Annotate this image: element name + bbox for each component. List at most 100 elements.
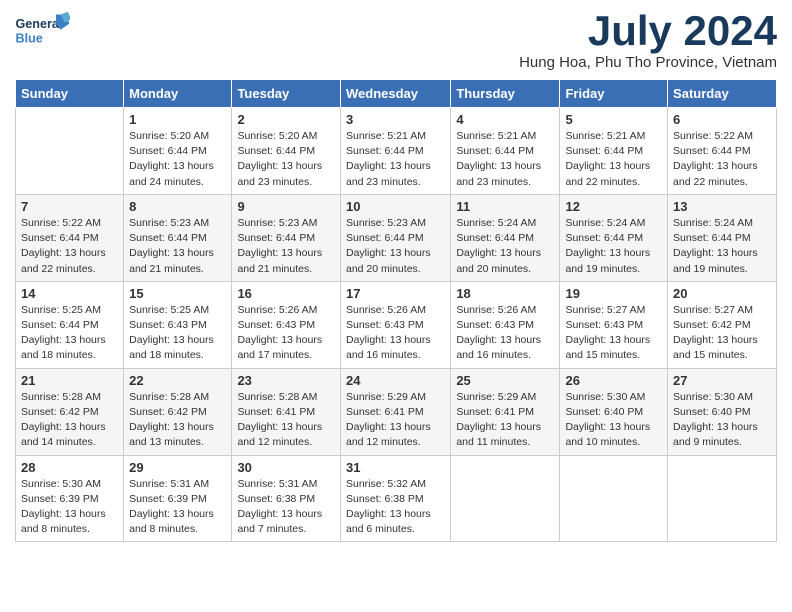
day-info: Sunrise: 5:23 AMSunset: 6:44 PMDaylight:… — [346, 216, 445, 277]
day-number: 22 — [129, 373, 226, 388]
day-info: Sunrise: 5:32 AMSunset: 6:38 PMDaylight:… — [346, 477, 445, 538]
calendar-cell — [668, 455, 777, 542]
day-info: Sunrise: 5:28 AMSunset: 6:42 PMDaylight:… — [21, 390, 118, 451]
calendar-cell: 5 Sunrise: 5:21 AMSunset: 6:44 PMDaylight… — [560, 108, 668, 195]
calendar-cell: 16 Sunrise: 5:26 AMSunset: 6:43 PMDayligh… — [232, 281, 341, 368]
calendar-cell: 29Sunrise: 5:31 AMSunset: 6:39 PMDayligh… — [124, 455, 232, 542]
calendar-cell: 31 Sunrise: 5:32 AMSunset: 6:38 PMDayligh… — [340, 455, 450, 542]
day-info: Sunrise: 5:23 AMSunset: 6:44 PMDaylight:… — [129, 216, 226, 277]
page-header: General Blue July 2024 Hung Hoa, Phu Tho… — [15, 10, 777, 71]
day-info: Sunrise: 5:27 AMSunset: 6:43 PMDaylight:… — [565, 303, 662, 364]
calendar-cell: 28 Sunrise: 5:30 AMSunset: 6:39 PMDayligh… — [16, 455, 124, 542]
day-info: Sunrise: 5:21 AMSunset: 6:44 PMDaylight:… — [346, 129, 445, 190]
day-info: Sunrise: 5:25 AMSunset: 6:43 PMDaylight:… — [129, 303, 226, 364]
calendar-cell: 25Sunrise: 5:29 AMSunset: 6:41 PMDayligh… — [451, 368, 560, 455]
calendar-cell: 21 Sunrise: 5:28 AMSunset: 6:42 PMDayligh… — [16, 368, 124, 455]
day-info: Sunrise: 5:31 AMSunset: 6:39 PMDaylight:… — [129, 477, 226, 538]
column-header-wednesday: Wednesday — [340, 80, 450, 108]
day-info: Sunrise: 5:22 AMSunset: 6:44 PMDaylight:… — [673, 129, 771, 190]
day-number: 24 — [346, 373, 445, 388]
calendar-week-4: 21 Sunrise: 5:28 AMSunset: 6:42 PMDayligh… — [16, 368, 777, 455]
column-header-saturday: Saturday — [668, 80, 777, 108]
day-info: Sunrise: 5:26 AMSunset: 6:43 PMDaylight:… — [456, 303, 554, 364]
day-info: Sunrise: 5:26 AMSunset: 6:43 PMDaylight:… — [237, 303, 335, 364]
calendar-cell: 4 Sunrise: 5:21 AMSunset: 6:44 PMDaylight… — [451, 108, 560, 195]
column-header-sunday: Sunday — [16, 80, 124, 108]
day-number: 3 — [346, 112, 445, 127]
day-info: Sunrise: 5:30 AMSunset: 6:39 PMDaylight:… — [21, 477, 118, 538]
day-number: 27 — [673, 373, 771, 388]
column-header-thursday: Thursday — [451, 80, 560, 108]
calendar-cell: 24 Sunrise: 5:29 AMSunset: 6:41 PMDayligh… — [340, 368, 450, 455]
day-number: 26 — [565, 373, 662, 388]
month-title: July 2024 — [519, 10, 777, 52]
day-number: 4 — [456, 112, 554, 127]
calendar-body: 1 Sunrise: 5:20 AMSunset: 6:44 PMDaylight… — [16, 108, 777, 542]
calendar-week-2: 7 Sunrise: 5:22 AMSunset: 6:44 PMDaylight… — [16, 194, 777, 281]
day-info: Sunrise: 5:22 AMSunset: 6:44 PMDaylight:… — [21, 216, 118, 277]
calendar-cell: 1 Sunrise: 5:20 AMSunset: 6:44 PMDaylight… — [124, 108, 232, 195]
calendar-cell: 9 Sunrise: 5:23 AMSunset: 6:44 PMDaylight… — [232, 194, 341, 281]
day-info: Sunrise: 5:28 AMSunset: 6:42 PMDaylight:… — [129, 390, 226, 451]
day-number: 12 — [565, 199, 662, 214]
day-number: 30 — [237, 460, 335, 475]
calendar-cell: 20Sunrise: 5:27 AMSunset: 6:42 PMDayligh… — [668, 281, 777, 368]
day-number: 21 — [21, 373, 118, 388]
svg-text:Blue: Blue — [16, 31, 43, 45]
day-number: 1 — [129, 112, 226, 127]
calendar-cell: 12 Sunrise: 5:24 AMSunset: 6:44 PMDayligh… — [560, 194, 668, 281]
location: Hung Hoa, Phu Tho Province, Vietnam — [519, 54, 777, 71]
day-number: 7 — [21, 199, 118, 214]
calendar-cell: 13Sunrise: 5:24 AMSunset: 6:44 PMDayligh… — [668, 194, 777, 281]
day-number: 8 — [129, 199, 226, 214]
day-info: Sunrise: 5:24 AMSunset: 6:44 PMDaylight:… — [673, 216, 771, 277]
calendar-cell — [16, 108, 124, 195]
calendar-cell: 27Sunrise: 5:30 AMSunset: 6:40 PMDayligh… — [668, 368, 777, 455]
day-info: Sunrise: 5:23 AMSunset: 6:44 PMDaylight:… — [237, 216, 335, 277]
logo-svg: General Blue — [15, 10, 70, 55]
column-header-monday: Monday — [124, 80, 232, 108]
day-number: 10 — [346, 199, 445, 214]
day-number: 19 — [565, 286, 662, 301]
day-info: Sunrise: 5:30 AMSunset: 6:40 PMDaylight:… — [565, 390, 662, 451]
svg-text:General: General — [16, 17, 63, 31]
day-number: 5 — [565, 112, 662, 127]
day-number: 25 — [456, 373, 554, 388]
day-info: Sunrise: 5:25 AMSunset: 6:44 PMDaylight:… — [21, 303, 118, 364]
calendar-cell: 22 Sunrise: 5:28 AMSunset: 6:42 PMDayligh… — [124, 368, 232, 455]
day-info: Sunrise: 5:21 AMSunset: 6:44 PMDaylight:… — [565, 129, 662, 190]
calendar-cell: 11 Sunrise: 5:24 AMSunset: 6:44 PMDayligh… — [451, 194, 560, 281]
day-number: 11 — [456, 199, 554, 214]
calendar-cell: 14Sunrise: 5:25 AMSunset: 6:44 PMDayligh… — [16, 281, 124, 368]
day-number: 18 — [456, 286, 554, 301]
calendar-week-3: 14Sunrise: 5:25 AMSunset: 6:44 PMDayligh… — [16, 281, 777, 368]
day-number: 28 — [21, 460, 118, 475]
calendar-table: SundayMondayTuesdayWednesdayThursdayFrid… — [15, 79, 777, 542]
day-number: 20 — [673, 286, 771, 301]
calendar-cell: 23Sunrise: 5:28 AMSunset: 6:41 PMDayligh… — [232, 368, 341, 455]
calendar-week-1: 1 Sunrise: 5:20 AMSunset: 6:44 PMDaylight… — [16, 108, 777, 195]
day-info: Sunrise: 5:20 AMSunset: 6:44 PMDaylight:… — [237, 129, 335, 190]
day-info: Sunrise: 5:31 AMSunset: 6:38 PMDaylight:… — [237, 477, 335, 538]
day-info: Sunrise: 5:21 AMSunset: 6:44 PMDaylight:… — [456, 129, 554, 190]
column-header-friday: Friday — [560, 80, 668, 108]
day-info: Sunrise: 5:20 AMSunset: 6:44 PMDaylight:… — [129, 129, 226, 190]
day-info: Sunrise: 5:29 AMSunset: 6:41 PMDaylight:… — [346, 390, 445, 451]
day-number: 31 — [346, 460, 445, 475]
day-number: 9 — [237, 199, 335, 214]
calendar-cell — [560, 455, 668, 542]
calendar-cell: 8 Sunrise: 5:23 AMSunset: 6:44 PMDaylight… — [124, 194, 232, 281]
day-number: 16 — [237, 286, 335, 301]
calendar-cell: 30 Sunrise: 5:31 AMSunset: 6:38 PMDayligh… — [232, 455, 341, 542]
day-number: 2 — [237, 112, 335, 127]
calendar-week-5: 28 Sunrise: 5:30 AMSunset: 6:39 PMDayligh… — [16, 455, 777, 542]
calendar-cell: 17 Sunrise: 5:26 AMSunset: 6:43 PMDayligh… — [340, 281, 450, 368]
calendar-cell: 19 Sunrise: 5:27 AMSunset: 6:43 PMDayligh… — [560, 281, 668, 368]
day-info: Sunrise: 5:26 AMSunset: 6:43 PMDaylight:… — [346, 303, 445, 364]
calendar-cell — [451, 455, 560, 542]
day-info: Sunrise: 5:24 AMSunset: 6:44 PMDaylight:… — [456, 216, 554, 277]
day-info: Sunrise: 5:24 AMSunset: 6:44 PMDaylight:… — [565, 216, 662, 277]
logo: General Blue — [15, 10, 70, 55]
day-number: 17 — [346, 286, 445, 301]
calendar-cell: 26 Sunrise: 5:30 AMSunset: 6:40 PMDayligh… — [560, 368, 668, 455]
